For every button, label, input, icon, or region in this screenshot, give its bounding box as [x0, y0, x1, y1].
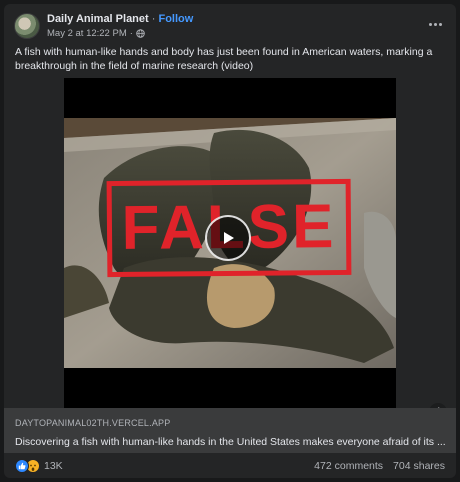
- link-preview[interactable]: DAYTOPANIMAL02TH.VERCEL.APP Discovering …: [4, 408, 456, 453]
- video-player[interactable]: FALSE: [64, 78, 396, 408]
- follow-button[interactable]: Follow: [158, 13, 193, 25]
- globe-icon: [136, 29, 145, 38]
- play-triangle-icon: [224, 232, 234, 244]
- page-avatar[interactable]: [14, 13, 40, 39]
- engagement-stats: 472 comments 704 shares: [314, 460, 445, 472]
- page-name-line: Daily Animal Planet · Follow: [47, 13, 193, 25]
- thumbs-up-icon: [18, 462, 26, 470]
- comments-count[interactable]: 472 comments: [314, 460, 383, 472]
- like-icon: [15, 459, 29, 473]
- post-card: Daily Animal Planet · Follow May 2 at 12…: [4, 4, 456, 478]
- post-timestamp[interactable]: May 2 at 12:22 PM: [47, 28, 127, 39]
- name-separator: ·: [151, 13, 156, 25]
- play-icon[interactable]: [205, 215, 251, 261]
- post-engagement: 13K 472 comments 704 shares: [4, 453, 456, 478]
- reaction-count: 13K: [44, 460, 63, 472]
- reactions-summary[interactable]: 13K: [15, 459, 63, 473]
- post-caption: A fish with human-like hands and body ha…: [15, 46, 433, 72]
- post-header: Daily Animal Planet · Follow May 2 at 12…: [4, 4, 456, 46]
- post-meta: May 2 at 12:22 PM ·: [47, 28, 145, 39]
- more-options-icon[interactable]: [424, 15, 446, 33]
- shares-count[interactable]: 704 shares: [393, 460, 445, 472]
- post-media: FALSE: [4, 78, 456, 408]
- page-name[interactable]: Daily Animal Planet: [47, 13, 149, 25]
- link-title: Discovering a fish with human-like hands…: [15, 436, 446, 448]
- link-domain: DAYTOPANIMAL02TH.VERCEL.APP: [15, 418, 171, 428]
- meta-separator: ·: [129, 28, 133, 39]
